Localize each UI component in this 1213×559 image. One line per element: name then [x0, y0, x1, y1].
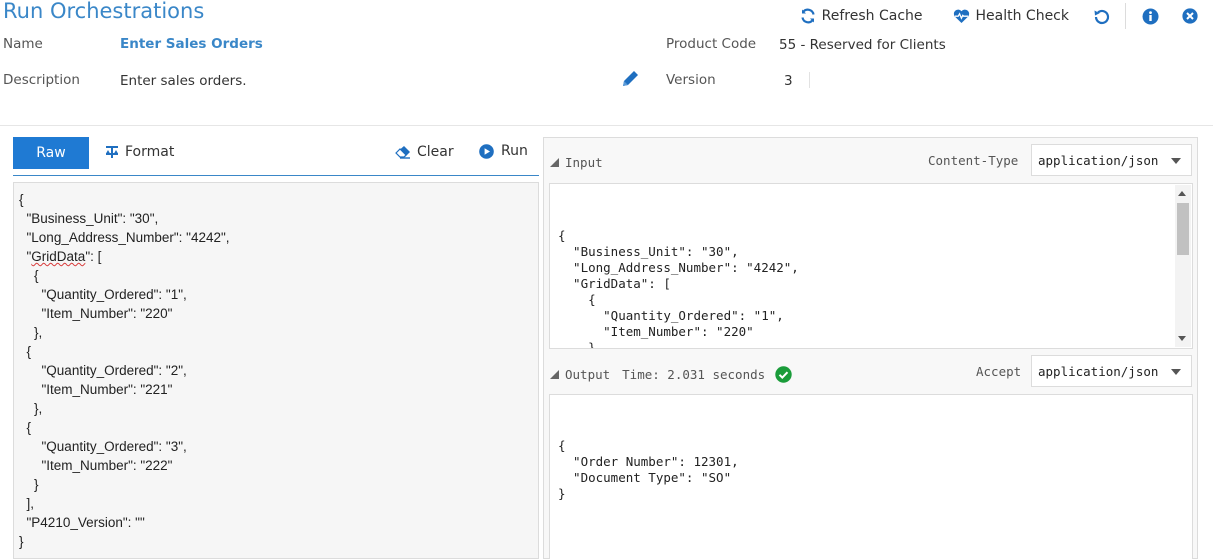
input-code-text: { "Business_Unit": "30", "Long_Address_N…: [558, 228, 799, 349]
raw-json-line: {: [19, 420, 32, 435]
output-label: Output: [565, 367, 611, 382]
pencil-icon[interactable]: [619, 68, 641, 90]
header-divider: [0, 125, 1213, 126]
name-label: Name: [3, 36, 43, 52]
scroll-down-arrow-icon[interactable]: [1178, 336, 1186, 341]
raw-json-line: "Item_Number": "220": [19, 306, 173, 321]
tab-format[interactable]: Format: [105, 144, 174, 160]
request-editor-panel: Raw Format Clear Run {"Business_Unit": …: [13, 137, 539, 559]
page-title: Run Orchestrations: [3, 0, 205, 23]
input-section-header[interactable]: Input: [550, 155, 603, 170]
accept-label: Accept: [976, 364, 1022, 379]
raw-json-line: "P4210_Version": "": [19, 515, 145, 530]
raw-json-line: }: [19, 534, 24, 549]
input-label: Input: [565, 155, 603, 170]
execution-time: Time: 2.031 seconds: [622, 367, 766, 382]
raw-json-line: "Quantity_Ordered": "2",: [19, 363, 187, 378]
raw-json-line: },: [19, 325, 43, 340]
output-code-text: { "Order Number": 12301, "Document Type"…: [558, 438, 739, 501]
input-code-view[interactable]: { "Business_Unit": "30", "Long_Address_N…: [549, 183, 1193, 349]
scroll-up-arrow-icon[interactable]: [1178, 191, 1186, 196]
clear-label: Clear: [417, 144, 454, 160]
description-label: Description: [3, 72, 80, 88]
raw-json-line: "Long_Address_Number": "4242",: [19, 230, 230, 245]
content-type-label: Content-Type: [928, 153, 1019, 168]
product-code-value: 55 - Reserved for Clients: [779, 37, 946, 53]
raw-json-editor[interactable]: { "Business_Unit": "30", "Long_Address_N…: [13, 182, 539, 559]
content-type-select[interactable]: application/json: [1031, 144, 1192, 176]
eraser-icon: [395, 146, 410, 159]
raw-json-line: {: [19, 268, 39, 283]
accept-select[interactable]: application/json: [1031, 355, 1192, 387]
health-check-label: Health Check: [975, 8, 1070, 24]
product-code-label: Product Code: [666, 36, 757, 52]
accept-value: application/json: [1038, 363, 1159, 379]
info-icon: [1142, 8, 1158, 24]
raw-json-line: },: [19, 401, 43, 416]
chevron-down-icon: [1171, 158, 1181, 164]
clear-button[interactable]: Clear: [395, 144, 454, 160]
raw-json-line: ],: [19, 496, 35, 511]
run-label: Run: [501, 143, 528, 159]
play-icon: [479, 143, 494, 159]
tab-raw[interactable]: Raw: [13, 137, 89, 169]
input-scrollbar[interactable]: [1175, 185, 1191, 347]
refresh-cache-button[interactable]: Refresh Cache: [800, 8, 923, 24]
run-button[interactable]: Run: [479, 143, 528, 159]
version-separator: [809, 72, 810, 88]
close-button[interactable]: [1180, 6, 1200, 26]
format-icon: [106, 146, 118, 158]
heartbeat-icon: [953, 9, 969, 23]
editor-tabbar: Raw Format Clear Run: [13, 137, 539, 176]
name-value: Enter Sales Orders: [120, 36, 263, 52]
raw-json-line: {: [19, 192, 24, 207]
output-code-view: { "Order Number": 12301, "Document Type"…: [549, 394, 1193, 559]
info-button[interactable]: [1140, 6, 1160, 26]
close-icon: [1182, 8, 1198, 24]
raw-json-line: "GridData": [: [19, 249, 102, 264]
response-panel: Input Content-Type application/json { "B…: [543, 137, 1198, 559]
collapse-triangle-icon: [550, 370, 559, 379]
scroll-thumb[interactable]: [1177, 203, 1189, 255]
content-type-value: application/json: [1038, 152, 1159, 168]
header-toolbar: Refresh Cache Health Check: [800, 3, 1213, 29]
raw-json-line: "Quantity_Ordered": "3",: [19, 439, 187, 454]
health-check-button[interactable]: Health Check: [953, 8, 1070, 24]
toolbar-separator: [1125, 3, 1126, 29]
raw-json-line: {: [19, 344, 32, 359]
version-label: Version: [666, 72, 716, 88]
raw-json-line: "Quantity_Ordered": "1",: [19, 287, 187, 302]
format-label: Format: [125, 144, 175, 160]
output-section-header[interactable]: Output Time: 2.031 seconds: [550, 366, 792, 383]
reset-button[interactable]: [1091, 6, 1111, 26]
collapse-triangle-icon: [550, 158, 559, 167]
undo-icon: [1094, 9, 1109, 24]
raw-json-line: "Business_Unit": "30",: [19, 211, 159, 226]
chevron-down-icon: [1171, 369, 1181, 375]
version-value: 3: [784, 73, 793, 89]
refresh-icon: [801, 8, 815, 24]
refresh-cache-label: Refresh Cache: [821, 8, 923, 24]
success-check-icon: [775, 366, 792, 383]
raw-json-line: "Item_Number": "222": [19, 458, 173, 473]
raw-json-line: }: [19, 477, 39, 492]
raw-json-line: "Item_Number": "221": [19, 382, 173, 397]
description-value: Enter sales orders.: [120, 73, 247, 89]
